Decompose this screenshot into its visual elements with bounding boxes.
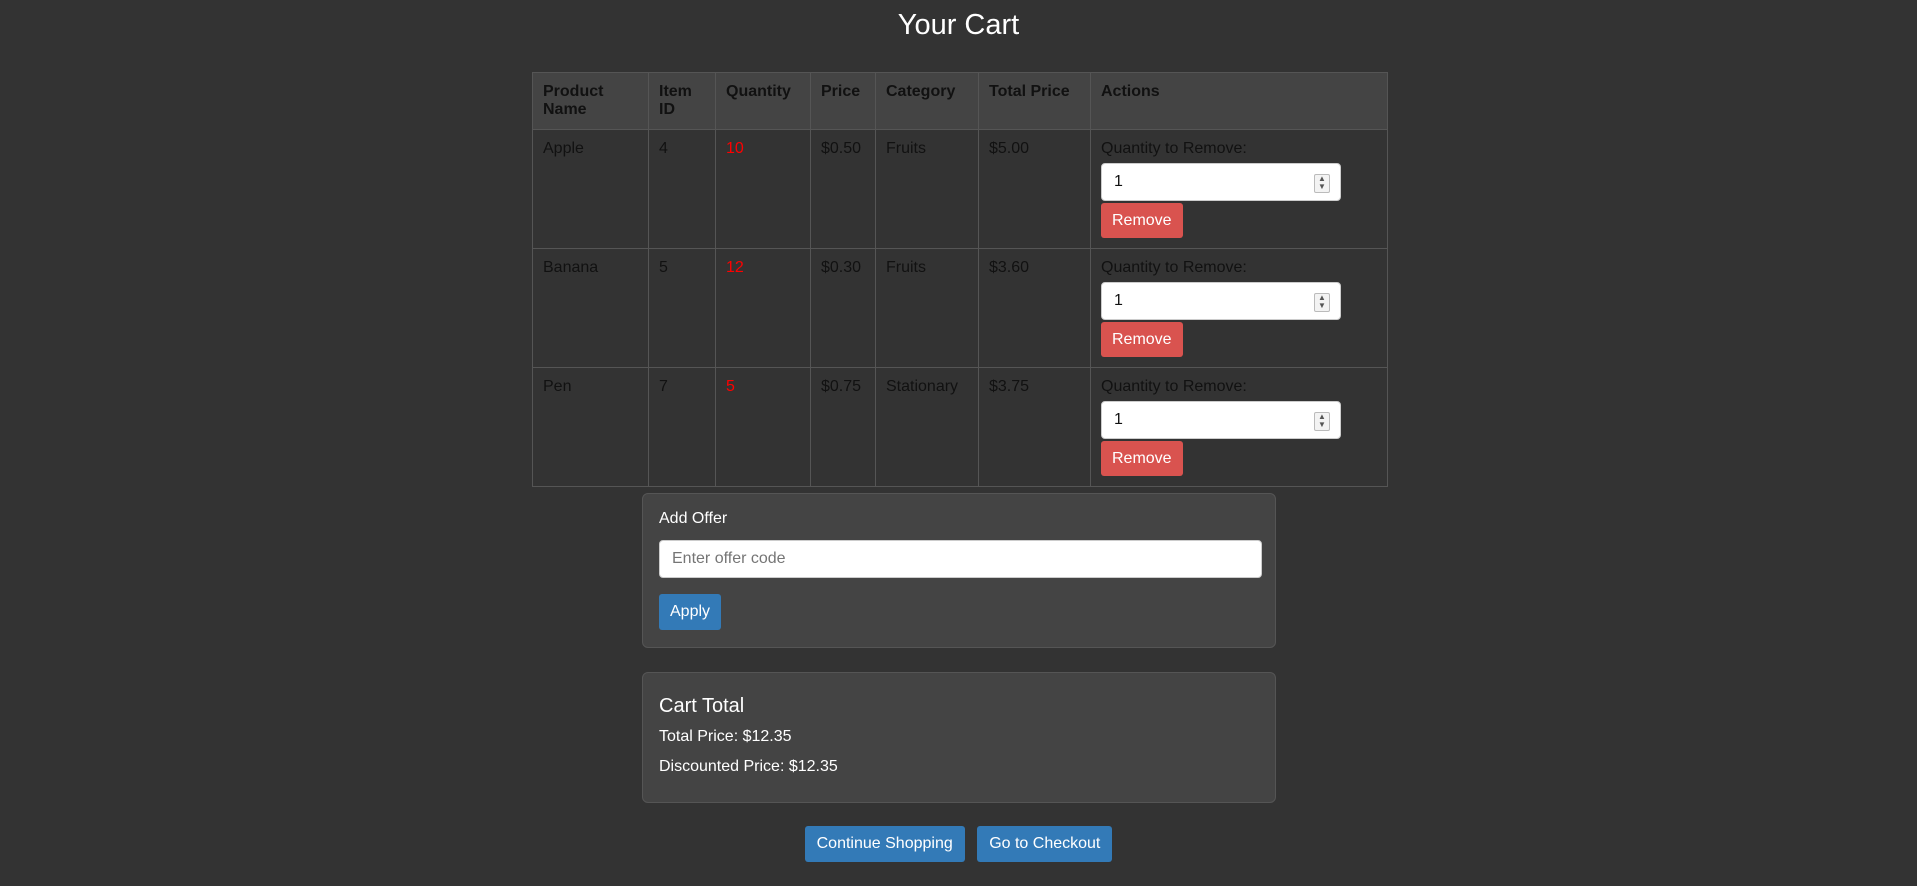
header-quantity: Quantity (715, 72, 811, 130)
header-category: Category (875, 72, 979, 130)
remove-quantity-value: 1 (1114, 173, 1123, 190)
table-row: Apple 4 10 $0.50 Fruits $5.00 Quantity t… (532, 129, 1388, 249)
checkout-button[interactable]: Go to Checkout (977, 826, 1113, 862)
cell-total-price: $3.75 (978, 367, 1091, 487)
discounted-price-text: Discounted Price: $12.35 (659, 758, 838, 775)
cell-total-price: $5.00 (978, 129, 1091, 249)
cell-price: $0.75 (810, 367, 876, 487)
cell-quantity: 5 (715, 367, 811, 487)
table-header-row: Product Name Item ID Quantity Price Cate… (532, 72, 1388, 130)
cart-table: Product Name Item ID Quantity Price Cate… (532, 72, 1388, 487)
cell-product-name: Apple (532, 129, 649, 249)
cell-category: Fruits (875, 129, 979, 249)
header-price: Price (810, 72, 876, 130)
table-row: Pen 7 5 $0.75 Stationary $3.75 Quantity … (532, 367, 1388, 487)
remove-quantity-label: Quantity to Remove: (1101, 140, 1247, 157)
spinner-icon[interactable]: ▲ ▼ (1314, 293, 1330, 312)
cell-actions: Quantity to Remove: 1 ▲ ▼ Remove (1090, 367, 1388, 487)
page-title: Your Cart (897, 9, 1020, 41)
remove-button[interactable]: Remove (1101, 322, 1183, 357)
cell-item-id: 7 (648, 367, 716, 487)
cell-category: Stationary (875, 367, 979, 487)
cell-quantity: 10 (715, 129, 811, 249)
remove-button[interactable]: Remove (1101, 441, 1183, 476)
header-total-price: Total Price (978, 72, 1091, 130)
header-actions: Actions (1090, 72, 1388, 130)
cart-total-heading: Cart Total (659, 695, 745, 717)
spinner-icon[interactable]: ▲ ▼ (1314, 412, 1330, 431)
apply-button[interactable]: Apply (659, 594, 722, 630)
remove-quantity-value: 1 (1114, 411, 1123, 428)
cell-item-id: 4 (648, 129, 716, 249)
remove-button[interactable]: Remove (1101, 203, 1183, 238)
remove-quantity-label: Quantity to Remove: (1101, 378, 1247, 395)
total-price-text: Total Price: $12.35 (659, 728, 792, 745)
offer-label: Add Offer (659, 510, 728, 527)
cell-quantity: 12 (715, 248, 811, 368)
cell-actions: Quantity to Remove: 1 ▲ ▼ Remove (1090, 248, 1388, 368)
remove-quantity-input[interactable]: 1 ▲ ▼ (1101, 401, 1341, 439)
remove-quantity-label: Quantity to Remove: (1101, 259, 1247, 276)
header-product-name: Product Name (532, 72, 649, 130)
cell-item-id: 5 (648, 248, 716, 368)
offer-code-input[interactable] (659, 540, 1262, 578)
cell-price: $0.50 (810, 129, 876, 249)
cell-price: $0.30 (810, 248, 876, 368)
cell-actions: Quantity to Remove: 1 ▲ ▼ Remove (1090, 129, 1388, 249)
continue-shopping-button[interactable]: Continue Shopping (804, 826, 965, 862)
remove-quantity-value: 1 (1114, 292, 1123, 309)
cell-product-name: Pen (532, 367, 649, 487)
header-item-id: Item ID (648, 72, 716, 130)
table-row: Banana 5 12 $0.30 Fruits $3.60 Quantity … (532, 248, 1388, 368)
cart-total-panel: Cart Total Total Price: $12.35 Discounte… (642, 672, 1276, 803)
spinner-icon[interactable]: ▲ ▼ (1314, 174, 1330, 193)
cell-category: Fruits (875, 248, 979, 368)
cell-product-name: Banana (532, 248, 649, 368)
cell-total-price: $3.60 (978, 248, 1091, 368)
bottom-actions: Continue Shopping Go to Checkout (0, 826, 1917, 862)
remove-quantity-input[interactable]: 1 ▲ ▼ (1101, 282, 1341, 320)
offer-panel: Add Offer Apply (642, 493, 1276, 648)
remove-quantity-input[interactable]: 1 ▲ ▼ (1101, 163, 1341, 201)
